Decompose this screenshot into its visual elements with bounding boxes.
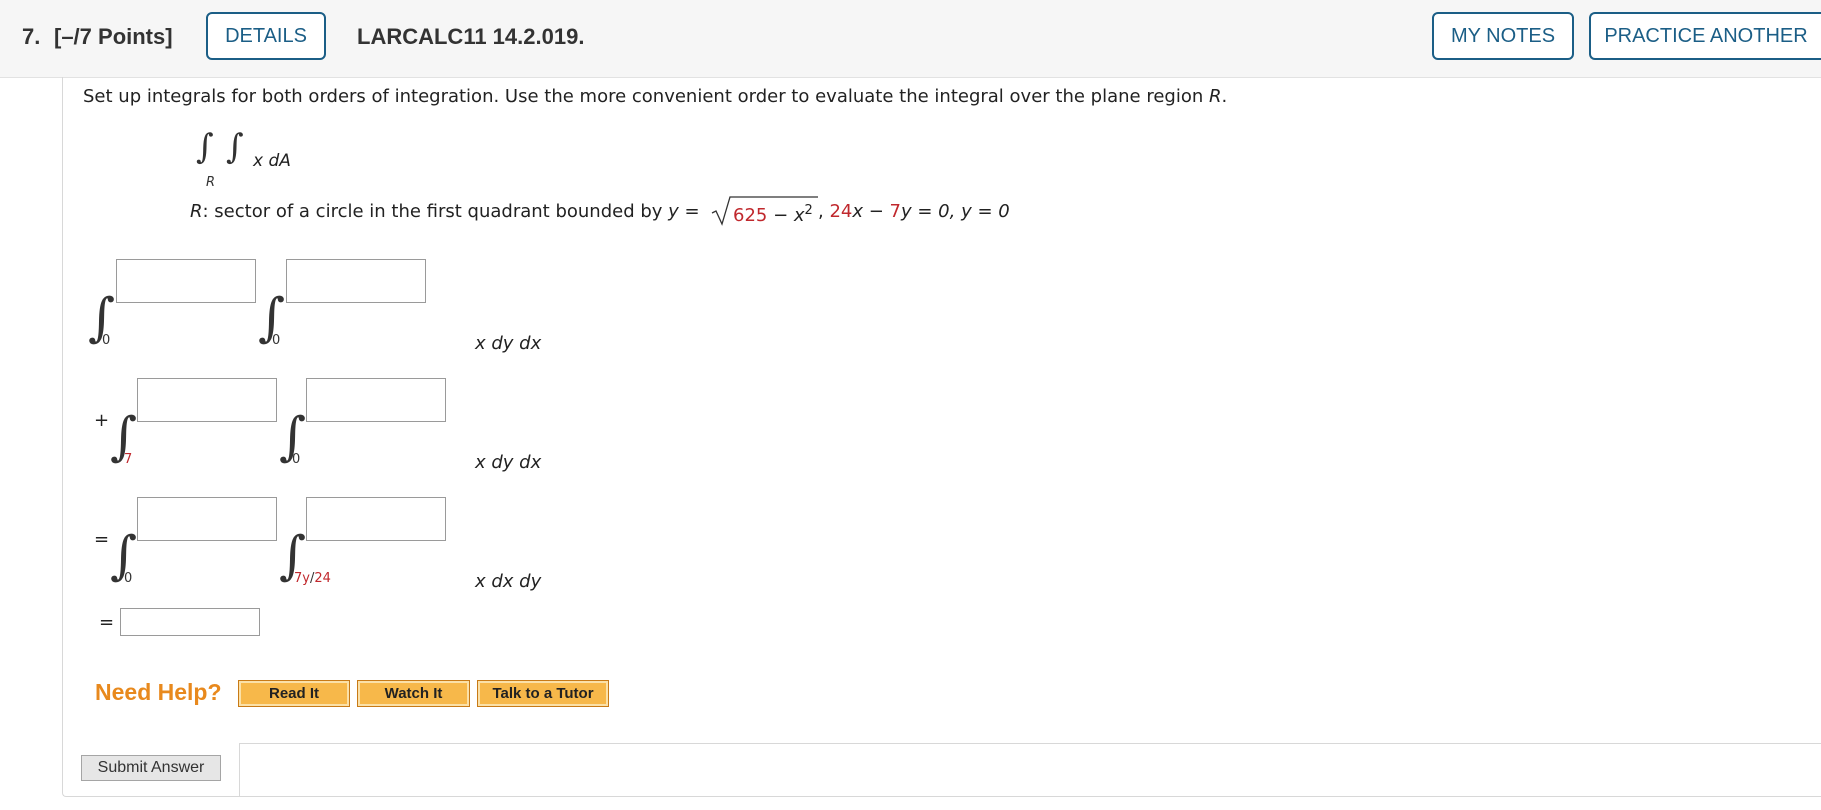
sqrt-content: 625 − x2 [733,203,813,226]
row3-outer-upper-input[interactable] [137,497,277,541]
need-help-label: Need Help? [95,679,222,705]
row1-differential: x dy dx [475,333,542,354]
details-button[interactable]: DETAILS [206,12,326,60]
row2-outer-upper-input[interactable] [137,378,277,422]
row1-inner-upper-input[interactable] [286,259,426,303]
region-lines: , 24x − 7y = 0, y = 0 [818,201,1010,222]
talk-to-tutor-button[interactable]: Talk to a Tutor [477,680,609,707]
watch-it-button[interactable]: Watch It [357,680,470,707]
row2-outer-lower: 7 [124,452,133,467]
row2-operator: + [94,410,110,431]
question-header: 7. [–/7 Points] DETAILS LARCALC11 14.2.0… [0,0,1821,78]
row3-inner-upper-input[interactable] [306,497,446,541]
region-description: R: sector of a circle in the first quadr… [190,201,700,222]
row1-outer-lower: 0 [102,333,111,348]
question-prompt: Set up integrals for both orders of inte… [83,86,1228,107]
read-it-button[interactable]: Read It [238,680,350,707]
problem-code: LARCALC11 14.2.019. [357,24,585,49]
row3-differential: x dx dy [475,571,542,592]
integral-sign-icon: ∫ [196,127,214,167]
row2-inner-lower: 0 [292,452,301,467]
integrand: x dA [253,151,291,171]
integral-sign-icon: ∫ [226,127,244,167]
row2-inner-upper-input[interactable] [306,378,446,422]
row3-outer-lower: 0 [124,571,133,586]
submit-answer-button[interactable]: Submit Answer [81,755,221,781]
row2-differential: x dy dx [475,452,542,473]
row3-inner-lower: 7y/24 [294,571,331,586]
row4-operator: = [99,612,115,633]
question-points: [–/7 Points] [54,24,173,49]
divider [239,743,240,796]
my-notes-button[interactable]: MY NOTES [1432,12,1574,60]
question-number: 7. [22,24,41,49]
practice-another-button[interactable]: PRACTICE ANOTHER [1589,12,1821,60]
region-subscript: R [206,175,216,190]
row1-inner-lower: 0 [272,333,281,348]
divider [240,743,1821,744]
row3-operator: = [94,529,110,550]
row1-outer-upper-input[interactable] [116,259,256,303]
final-answer-input[interactable] [120,608,260,636]
